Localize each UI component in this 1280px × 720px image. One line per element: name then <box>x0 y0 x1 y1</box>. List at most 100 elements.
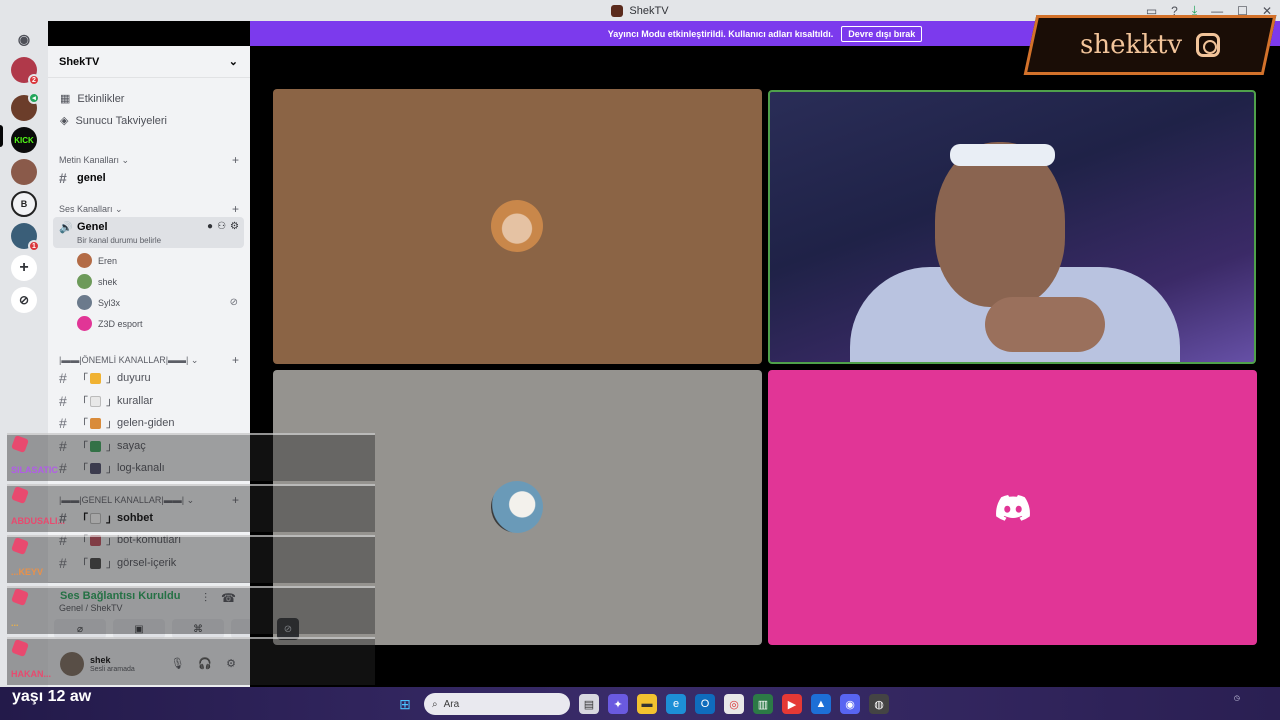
voice-user[interactable]: Eren <box>77 253 117 268</box>
server-icon-6[interactable]: 1 <box>11 223 40 252</box>
photos-icon[interactable]: ▲ <box>811 694 831 714</box>
voice-user[interactable]: Syl3x <box>77 295 120 310</box>
chat-username: ABDUSALI... <box>11 516 65 526</box>
channel-kurallar[interactable]: # 「」 kurallar <box>59 393 242 409</box>
channel-label: kurallar <box>117 395 154 407</box>
hash-icon: # <box>59 370 67 386</box>
voice-channel-status[interactable]: Bir kanal durumu belirle <box>77 236 161 245</box>
notice-text: Yayıncı Modu etkinleştirildi. Kullanıcı … <box>607 28 834 39</box>
edge-icon[interactable]: e <box>666 694 686 714</box>
chat-message: SILASATIC <box>7 433 375 481</box>
category-important[interactable]: |▬▬|ÖNEMLİ KANALLAR|▬▬| ⌄ + <box>59 353 239 367</box>
avatar <box>491 481 543 533</box>
server-icon-5[interactable]: B <box>11 191 37 217</box>
channel-gelen-giden[interactable]: # 「」 gelen-giden <box>59 415 242 431</box>
voice-user-name: Syl3x <box>98 297 121 308</box>
voice-user-name: Eren <box>98 255 118 266</box>
nav-events-label: Etkinlikler <box>77 92 125 105</box>
clock-icon: ◷ <box>1233 695 1240 702</box>
channel-duyuru[interactable]: # 「」 duyuru <box>59 370 242 386</box>
discord-home-icon[interactable]: ◉ <box>11 26 37 52</box>
avatar <box>491 200 543 252</box>
camera-feed-glasses <box>950 144 1055 166</box>
camera-feed-head <box>935 142 1065 307</box>
category-text-channels[interactable]: Metin Kanalları ⌄ + <box>59 153 239 167</box>
scroll-icon <box>90 395 101 407</box>
category-voice-channels[interactable]: Ses Kanalları ⌄ + <box>59 202 239 216</box>
hash-icon: # <box>59 170 67 186</box>
boost-icon: ◈ <box>60 115 69 127</box>
nav-boosts-label: Sunucu Takviyeleri <box>75 114 167 127</box>
selected-server-pill <box>0 125 3 147</box>
discord-taskbar-icon[interactable]: ◉ <box>840 694 860 714</box>
server-icon-kick[interactable]: KICK <box>11 127 37 153</box>
copilot-icon[interactable]: ✦ <box>608 694 628 714</box>
mention-badge: 1 <box>28 240 40 252</box>
window-title: ShekTV <box>629 4 669 17</box>
server-name: ShekTV <box>59 55 100 68</box>
voice-channel-actions: ● ⚇ ⚙ <box>207 221 239 232</box>
voice-channel-label: Genel <box>77 221 108 233</box>
media-player-icon[interactable]: ▶ <box>782 694 802 714</box>
participant-tile-1[interactable] <box>273 89 762 364</box>
voice-user-name: shek <box>98 276 118 287</box>
taskbar: ⊞ ⌕ Ara ▤ ✦ ▬ e O ◎ ▥ ▶ ▲ ◉ ◍ ◷ <box>0 687 1280 720</box>
system-tray[interactable]: ◷ <box>1234 694 1240 703</box>
add-channel-icon[interactable]: + <box>232 353 239 367</box>
chat-badge-icon <box>11 639 29 657</box>
disable-streamer-mode-button[interactable]: Devre dışı bırak <box>841 25 923 42</box>
server-icon-1[interactable]: 2 <box>11 57 40 86</box>
task-view-icon[interactable]: ▤ <box>579 694 599 714</box>
avatar <box>77 274 92 289</box>
participant-tile-discord[interactable] <box>768 370 1257 645</box>
add-server-icon[interactable]: + <box>11 255 37 281</box>
voice-user[interactable]: shek <box>77 274 117 289</box>
chat-username: ... <box>11 618 19 628</box>
speaker-icon: 🔊 <box>59 222 73 234</box>
nav-events[interactable]: ▦ Etkinlikler <box>60 92 125 106</box>
invite-icon[interactable]: ⚇ <box>217 221 226 232</box>
explore-icon[interactable]: ⊘ <box>11 287 37 313</box>
stream-chat-overlay: SILASATIC ABDUSALI... ...KEYV ... HAKAN.… <box>7 433 375 688</box>
chat-icon[interactable]: ● <box>207 221 213 232</box>
instagram-icon <box>1196 33 1221 57</box>
channel-genel[interactable]: # genel <box>59 170 242 186</box>
hash-icon: # <box>59 415 67 431</box>
chat-badge-icon <box>11 537 29 555</box>
chat-badge-icon <box>11 588 29 606</box>
call-area: Yayıncı Modu etkinleştirildi. Kullanıcı … <box>250 21 1280 687</box>
mention-badge: 2 <box>28 74 40 86</box>
channel-label: duyuru <box>117 372 151 384</box>
live-badge: ◂ <box>28 92 40 104</box>
store-icon[interactable]: ▥ <box>753 694 773 714</box>
voice-channel-genel[interactable]: 🔊 Genel Bir kanal durumu belirle ● ⚇ ⚙ <box>53 217 244 248</box>
file-explorer-icon[interactable]: ▬ <box>637 694 657 714</box>
avatar <box>77 253 92 268</box>
server-header[interactable]: ShekTV ⌄ <box>48 46 250 78</box>
outlook-icon[interactable]: O <box>695 694 715 714</box>
chrome-icon[interactable]: ◎ <box>724 694 744 714</box>
chat-badge-icon <box>11 486 29 504</box>
search-placeholder: Ara <box>443 698 460 710</box>
avatar <box>77 316 92 331</box>
channel-label: genel <box>77 172 106 184</box>
camera-feed-hand <box>985 297 1105 352</box>
gear-icon[interactable]: ⚙ <box>230 221 239 232</box>
add-channel-icon[interactable]: + <box>232 153 239 167</box>
windows-start-icon[interactable]: ⊞ <box>395 694 415 714</box>
category-label: Ses Kanalları <box>59 203 113 214</box>
taskbar-search[interactable]: ⌕ Ara <box>424 693 570 715</box>
add-channel-icon[interactable]: + <box>232 202 239 216</box>
avatar <box>77 295 92 310</box>
door-icon <box>90 417 101 429</box>
participant-tile-camera[interactable] <box>768 90 1256 364</box>
nav-boosts[interactable]: ◈ Sunucu Takviyeleri <box>60 114 167 128</box>
voice-user[interactable]: Z3D esport <box>77 316 143 331</box>
voice-user-name: Z3D esport <box>98 318 143 329</box>
chat-message: HAKAN... <box>7 637 375 685</box>
chat-username: ...KEYV <box>11 567 44 577</box>
obs-icon[interactable]: ◍ <box>869 694 889 714</box>
server-icon-shektv[interactable]: ◂ <box>11 92 40 121</box>
server-icon-4[interactable] <box>11 159 37 185</box>
chevron-down-icon: ⌄ <box>228 56 238 68</box>
